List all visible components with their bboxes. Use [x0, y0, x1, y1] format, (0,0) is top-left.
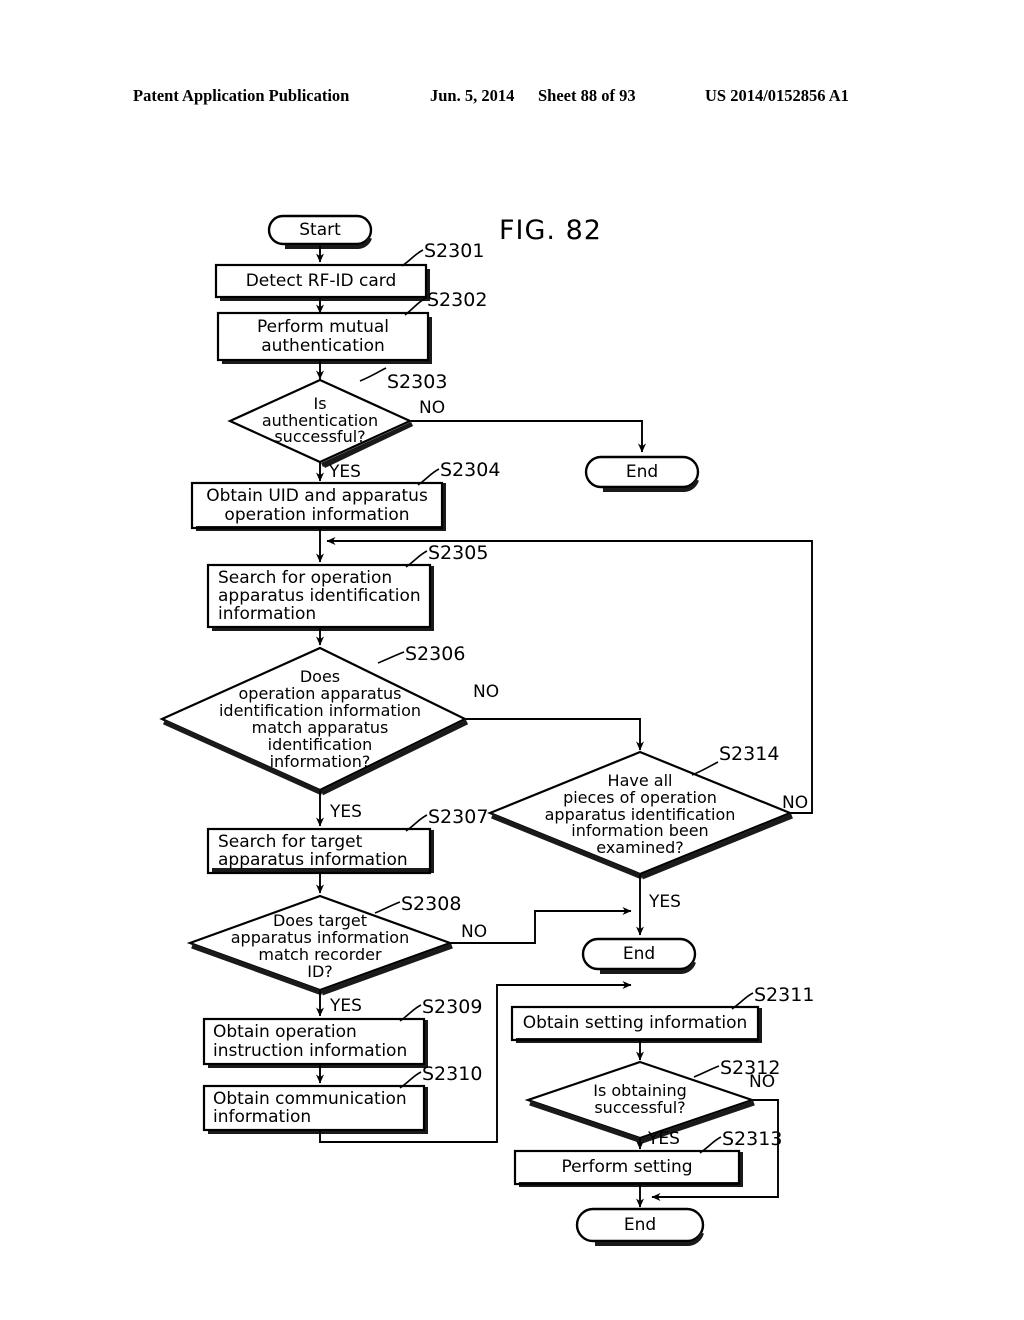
branch-label-s2312-yes: YES [648, 1129, 680, 1149]
step-tag-s2308: S2308 [401, 893, 462, 915]
step-tag-s2307: S2307 [428, 806, 489, 828]
branch-label-s2303-no: NO [419, 398, 446, 418]
branch-label-s2306-no: NO [473, 682, 500, 702]
step-tag-s2302: S2302 [427, 289, 488, 311]
step-tag-s2301: S2301 [424, 240, 485, 262]
branch-label-s2314-yes: YES [649, 892, 681, 912]
branch-label-s2314-no: NO [782, 793, 809, 813]
step-tag-s2313: S2313 [722, 1128, 783, 1150]
step-tag-s2310: S2310 [422, 1063, 483, 1085]
step-tag-s2305: S2305 [428, 542, 489, 564]
branch-label-s2308-yes: YES [330, 996, 362, 1016]
step-tag-s2303: S2303 [387, 371, 448, 393]
step-tag-s2306: S2306 [405, 643, 466, 665]
step-tag-s2311: S2311 [754, 984, 815, 1006]
step-tag-s2304: S2304 [440, 459, 501, 481]
step-tag-s2309: S2309 [422, 996, 483, 1018]
branch-label-s2312-no: NO [749, 1072, 776, 1092]
branch-label-s2308-no: NO [461, 922, 488, 942]
branch-label-s2303-yes: YES [329, 462, 361, 482]
branch-label-s2306-yes: YES [330, 802, 362, 822]
patent-page: Patent Application Publication Jun. 5, 2… [0, 0, 1024, 1320]
flowchart-diagram [159, 214, 813, 1246]
step-tag-s2314: S2314 [719, 743, 780, 765]
